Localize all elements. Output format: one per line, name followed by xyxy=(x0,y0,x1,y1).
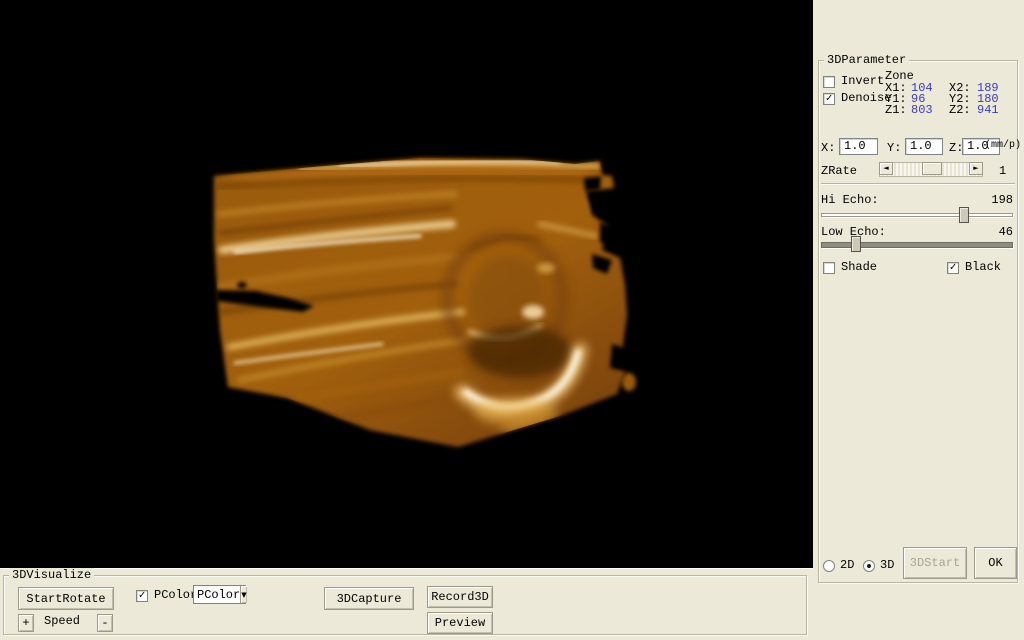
x-scale-input[interactable]: 1.0 xyxy=(839,138,878,155)
zone-z1-value: 803 xyxy=(911,104,949,117)
zone-z2-value: 941 xyxy=(977,103,999,117)
check-icon: ✓ xyxy=(139,591,146,602)
zrate-scrollbar[interactable]: ◄ ► xyxy=(879,162,983,177)
zrate-scroll-right-button[interactable]: ► xyxy=(969,162,983,175)
zrate-value: 1 xyxy=(999,165,1006,178)
visualize-groupbox: 3DVisualize StartRotate ✓ PColor PColor … xyxy=(3,575,807,635)
pcolor-checkbox[interactable]: ✓ xyxy=(136,590,148,602)
zrate-scroll-thumb[interactable] xyxy=(922,162,942,175)
mode-3d-label: 3D xyxy=(880,559,894,572)
arrow-left-icon: ◄ xyxy=(883,165,888,172)
zone-z2-label: Z2: xyxy=(949,104,977,117)
pcolor-select[interactable]: PColor ▼ xyxy=(193,585,246,604)
low-echo-slider-thumb[interactable] xyxy=(851,236,861,252)
visualize-group-title: 3DVisualize xyxy=(9,568,94,582)
zone-z1-label: Z1: xyxy=(885,104,911,117)
y-scale-label: Y: xyxy=(887,142,901,155)
app-window: 3DParameter Invert ✓ Denoise Zone X1:104… xyxy=(0,0,1024,640)
pcolor-select-value: PColor xyxy=(194,588,240,602)
ok-button[interactable]: OK xyxy=(974,547,1017,579)
hi-echo-slider-track[interactable] xyxy=(821,213,1013,217)
parameter-group-title: 3DParameter xyxy=(824,53,909,67)
parameter-groupbox: 3DParameter Invert ✓ Denoise Zone X1:104… xyxy=(818,60,1018,583)
denoise-checkbox[interactable]: ✓ xyxy=(823,93,835,105)
preview-button[interactable]: Preview xyxy=(427,612,493,634)
zrate-scroll-left-button[interactable]: ◄ xyxy=(879,162,893,175)
black-checkbox[interactable]: ✓ xyxy=(947,262,959,274)
zone-row: Z1:803Z2:941 xyxy=(885,104,999,117)
hi-echo-label: Hi Echo: xyxy=(821,194,879,207)
chevron-down-icon: ▼ xyxy=(241,591,246,599)
shade-checkbox[interactable] xyxy=(823,262,835,274)
x-scale-label: X: xyxy=(821,142,835,155)
arrow-right-icon: ► xyxy=(973,165,978,172)
low-echo-value: 46 xyxy=(999,226,1013,239)
start-rotate-button[interactable]: StartRotate xyxy=(18,587,114,610)
volume-render xyxy=(0,0,813,568)
zrate-label: ZRate xyxy=(821,165,857,178)
hi-echo-slider-thumb[interactable] xyxy=(959,207,969,223)
shade-label: Shade xyxy=(841,261,877,274)
speed-minus-button[interactable]: - xyxy=(97,614,113,632)
low-echo-slider-track[interactable] xyxy=(821,242,1013,248)
capture-3d-button[interactable]: 3DCapture xyxy=(324,587,414,610)
black-label: Black xyxy=(965,261,1001,274)
mode-2d-radio[interactable] xyxy=(823,560,835,572)
denoise-label: Denoise xyxy=(841,92,891,105)
visualize-panel: 3DVisualize StartRotate ✓ PColor PColor … xyxy=(0,568,813,640)
pcolor-select-dropdown-button[interactable]: ▼ xyxy=(240,586,246,603)
check-icon: ✓ xyxy=(950,263,957,274)
separator xyxy=(821,183,1015,185)
record-3d-button[interactable]: Record3D xyxy=(427,586,493,608)
start-3d-button[interactable]: 3DStart xyxy=(903,547,967,579)
pcolor-label: PColor xyxy=(154,589,197,602)
mode-3d-radio[interactable] xyxy=(863,560,875,572)
y-scale-input[interactable]: 1.0 xyxy=(905,138,943,155)
speed-plus-button[interactable]: + xyxy=(18,614,34,632)
mode-2d-label: 2D xyxy=(840,559,854,572)
check-icon: ✓ xyxy=(826,94,833,105)
invert-checkbox[interactable] xyxy=(823,76,835,88)
hi-echo-value: 198 xyxy=(991,194,1013,207)
parameter-panel: 3DParameter Invert ✓ Denoise Zone X1:104… xyxy=(813,0,1024,640)
render-viewport[interactable] xyxy=(0,0,813,568)
invert-label: Invert xyxy=(841,75,884,88)
scale-unit-label: (mm/p) xyxy=(985,139,1021,152)
speed-label: Speed xyxy=(44,615,80,628)
